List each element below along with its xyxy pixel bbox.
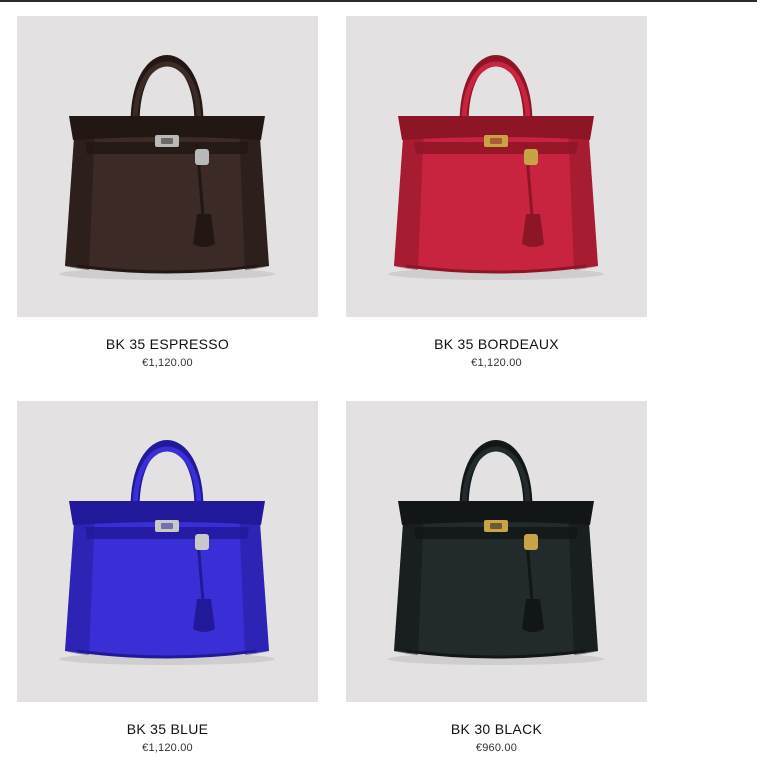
product-image[interactable] — [17, 401, 318, 702]
product-price: €1,120.00 — [142, 742, 193, 754]
handbag-icon — [59, 55, 275, 280]
product-card-blue[interactable]: BK 35 BLUE €1,120.00 — [17, 401, 318, 755]
product-card-espresso[interactable]: BK 35 ESPRESSO €1,120.00 — [17, 16, 318, 370]
product-name[interactable]: BK 35 ESPRESSO — [17, 335, 318, 353]
product-name[interactable]: BK 30 BLACK — [346, 720, 647, 738]
product-card-bordeaux[interactable]: BK 35 BORDEAUX €1,120.00 — [346, 16, 647, 370]
product-name[interactable]: BK 35 BLUE — [17, 720, 318, 738]
handbag-icon — [388, 440, 604, 665]
product-image[interactable] — [346, 16, 647, 317]
product-image[interactable] — [346, 401, 647, 702]
product-price: €960.00 — [475, 742, 518, 754]
product-card-black[interactable]: BK 30 BLACK €960.00 — [346, 401, 647, 755]
header-divider — [0, 0, 757, 2]
handbag-icon — [388, 55, 604, 280]
product-name[interactable]: BK 35 BORDEAUX — [346, 335, 647, 353]
product-image[interactable] — [17, 16, 318, 317]
product-price: €1,120.00 — [471, 357, 522, 369]
handbag-icon — [59, 440, 275, 665]
product-price: €1,120.00 — [142, 357, 193, 369]
